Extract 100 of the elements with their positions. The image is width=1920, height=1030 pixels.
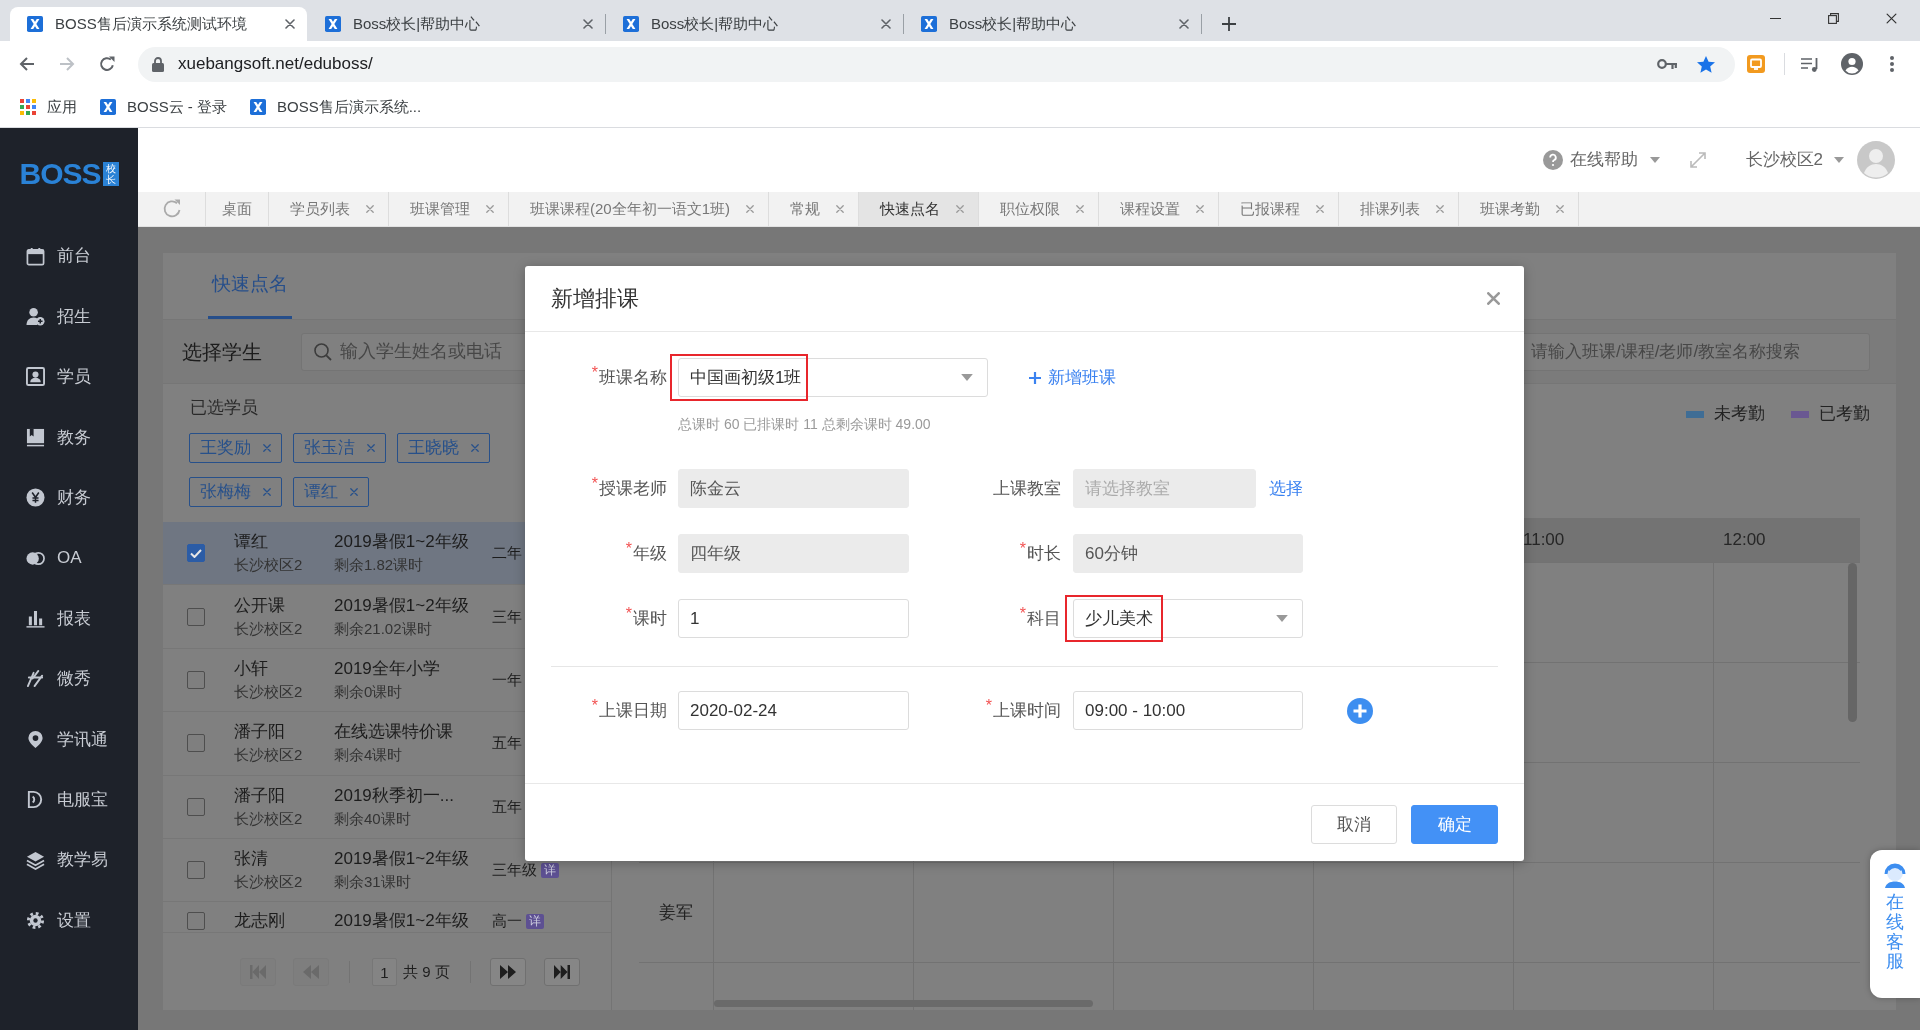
favicon-icon (100, 99, 116, 115)
page-nav-button[interactable] (543, 958, 580, 986)
page-tab[interactable]: 学员列表 (269, 192, 389, 226)
sidebar-item[interactable]: 设置 (0, 890, 138, 951)
close-icon[interactable] (285, 19, 295, 29)
sidebar-item[interactable]: 招生 (0, 286, 138, 347)
bookmark[interactable]: BOSS售后演示系统... (250, 95, 422, 119)
required-mark: * (591, 364, 598, 381)
sidebar-item[interactable]: OA (0, 527, 138, 589)
strokes-icon (26, 669, 45, 689)
add-circle-icon[interactable] (1347, 697, 1373, 724)
vertical-scrollbar[interactable] (1848, 563, 1857, 722)
bookmark[interactable]: 应用 (20, 95, 77, 119)
extension-icon[interactable] (1747, 55, 1765, 73)
checkbox[interactable] (187, 861, 205, 880)
page-tab[interactable]: 班课考勤 (1459, 192, 1580, 226)
minimize-icon[interactable] (1769, 17, 1781, 19)
close-icon[interactable] (583, 19, 593, 29)
checkbox[interactable] (187, 797, 205, 816)
sidebar-item[interactable]: 教务 (0, 407, 138, 468)
key-icon[interactable] (1657, 59, 1677, 69)
text-field[interactable]: 2020-02-24 (678, 691, 909, 730)
field-label: 授课老师 (599, 477, 667, 500)
browser-tab[interactable]: Boss校长|帮助中心 (308, 7, 605, 41)
expand-icon[interactable] (1689, 152, 1706, 168)
student-name: 公开课 (234, 594, 285, 617)
page-tab[interactable]: 排课列表 (1339, 192, 1460, 226)
required-mark: * (1019, 540, 1026, 557)
sidebar-item[interactable]: 教学易 (0, 829, 138, 891)
page-tab[interactable]: 已报课程 (1219, 192, 1340, 226)
refresh-icon[interactable] (161, 199, 182, 219)
sidebar-item[interactable]: 电服宝 (0, 769, 138, 830)
select-field[interactable]: 少儿美术 (1073, 599, 1303, 638)
sidebar-item[interactable]: 微秀 (0, 648, 138, 710)
browser-tab[interactable]: Boss校长|帮助中心 (606, 7, 903, 41)
checkbox[interactable] (187, 607, 205, 626)
address-bar[interactable]: xuebangsoft.net/eduboss/ (138, 46, 1735, 82)
help-menu[interactable]: 在线帮助 (1542, 147, 1660, 173)
checkbox[interactable] (187, 670, 205, 689)
search-icon (314, 342, 332, 361)
sidebar-item[interactable]: 报表 (0, 588, 138, 649)
campus-menu[interactable]: 长沙校区2 (1745, 147, 1844, 173)
page-nav-button[interactable] (489, 958, 526, 986)
course-name: 在线选课特价课 (334, 721, 453, 744)
checkbox[interactable] (187, 734, 205, 753)
close-icon[interactable] (881, 19, 891, 29)
page-tab[interactable]: 桌面 (206, 192, 269, 226)
text-field[interactable]: 1 (678, 599, 909, 638)
checkbox[interactable] (187, 912, 205, 931)
student-row[interactable]: 龙志刚 2019暑假1~2年级 高一 详 (163, 902, 611, 934)
teacher-name: 姜军 (659, 901, 693, 924)
text-field[interactable]: 09:00 - 10:00 (1073, 691, 1303, 730)
student-name: 小轩 (234, 657, 268, 680)
page-input[interactable]: 1 (372, 958, 397, 986)
select-field[interactable]: 中国画初级1班 (678, 358, 988, 397)
forward-icon[interactable] (59, 56, 75, 72)
browser-tab[interactable]: BOSS售后演示系统测试环境 (10, 7, 307, 41)
support-button[interactable]: 在线客服 (1870, 850, 1920, 998)
course-name: 2019暑假1~2年级 (334, 594, 469, 617)
field-label: 科目 (1027, 607, 1061, 630)
campus-name: 长沙校区2 (234, 808, 303, 829)
close-icon[interactable] (1179, 19, 1189, 29)
page-tab[interactable]: 班课管理 (389, 192, 509, 226)
more-icon[interactable] (1890, 56, 1894, 72)
browser-tab[interactable]: Boss校长|帮助中心 (904, 7, 1201, 41)
grade-label: 五年 (492, 798, 522, 815)
page-tab[interactable]: 职位权限 (979, 192, 1100, 226)
required-mark: * (1019, 605, 1026, 622)
page-tab[interactable]: 快速点名 (859, 192, 980, 226)
required-mark: * (985, 697, 992, 714)
reload-icon[interactable] (99, 56, 115, 72)
checkbox[interactable] (187, 544, 205, 563)
required-mark: * (625, 605, 632, 622)
sidebar-item[interactable]: 学讯通 (0, 709, 138, 770)
account-icon[interactable] (1841, 53, 1863, 75)
sidebar-item[interactable]: 前台 (0, 226, 138, 287)
time-label: 12:00 (1723, 529, 1766, 552)
add-class-link[interactable]: 新增班课 (1029, 364, 1116, 391)
bookmark[interactable]: BOSS云 - 登录 (100, 95, 227, 119)
legend-label: 未考勤 (1714, 403, 1765, 426)
remaining-hours: 剩余40课时 (334, 808, 411, 829)
playlist-icon[interactable] (1801, 56, 1819, 72)
yen-coin-icon (26, 488, 45, 508)
close-icon[interactable] (1885, 12, 1897, 24)
star-icon[interactable] (1697, 55, 1715, 73)
restore-icon[interactable] (1827, 12, 1839, 24)
remaining-hours: 剩余21.02课时 (334, 618, 432, 639)
sidebar-item[interactable]: 学员 (0, 346, 138, 408)
page-tab[interactable]: 班课课程(20全年初一语文1班) (509, 192, 770, 226)
logo-badge: 校长 (102, 162, 119, 186)
field-label: 课时 (633, 607, 667, 630)
plus-icon[interactable] (1222, 17, 1236, 31)
class-hours-hint: 总课时 60 已排课时 11 总剩余课时 49.00 (678, 416, 931, 432)
sidebar-item[interactable]: 财务 (0, 467, 138, 528)
back-icon[interactable] (19, 56, 35, 72)
avatar-icon[interactable] (1857, 141, 1895, 179)
course-name: 2019暑假1~2年级 (334, 848, 469, 871)
page-tab[interactable]: 课程设置 (1099, 192, 1220, 226)
layers-icon (26, 850, 45, 870)
cancel-button[interactable]: 取消 (1311, 805, 1397, 844)
